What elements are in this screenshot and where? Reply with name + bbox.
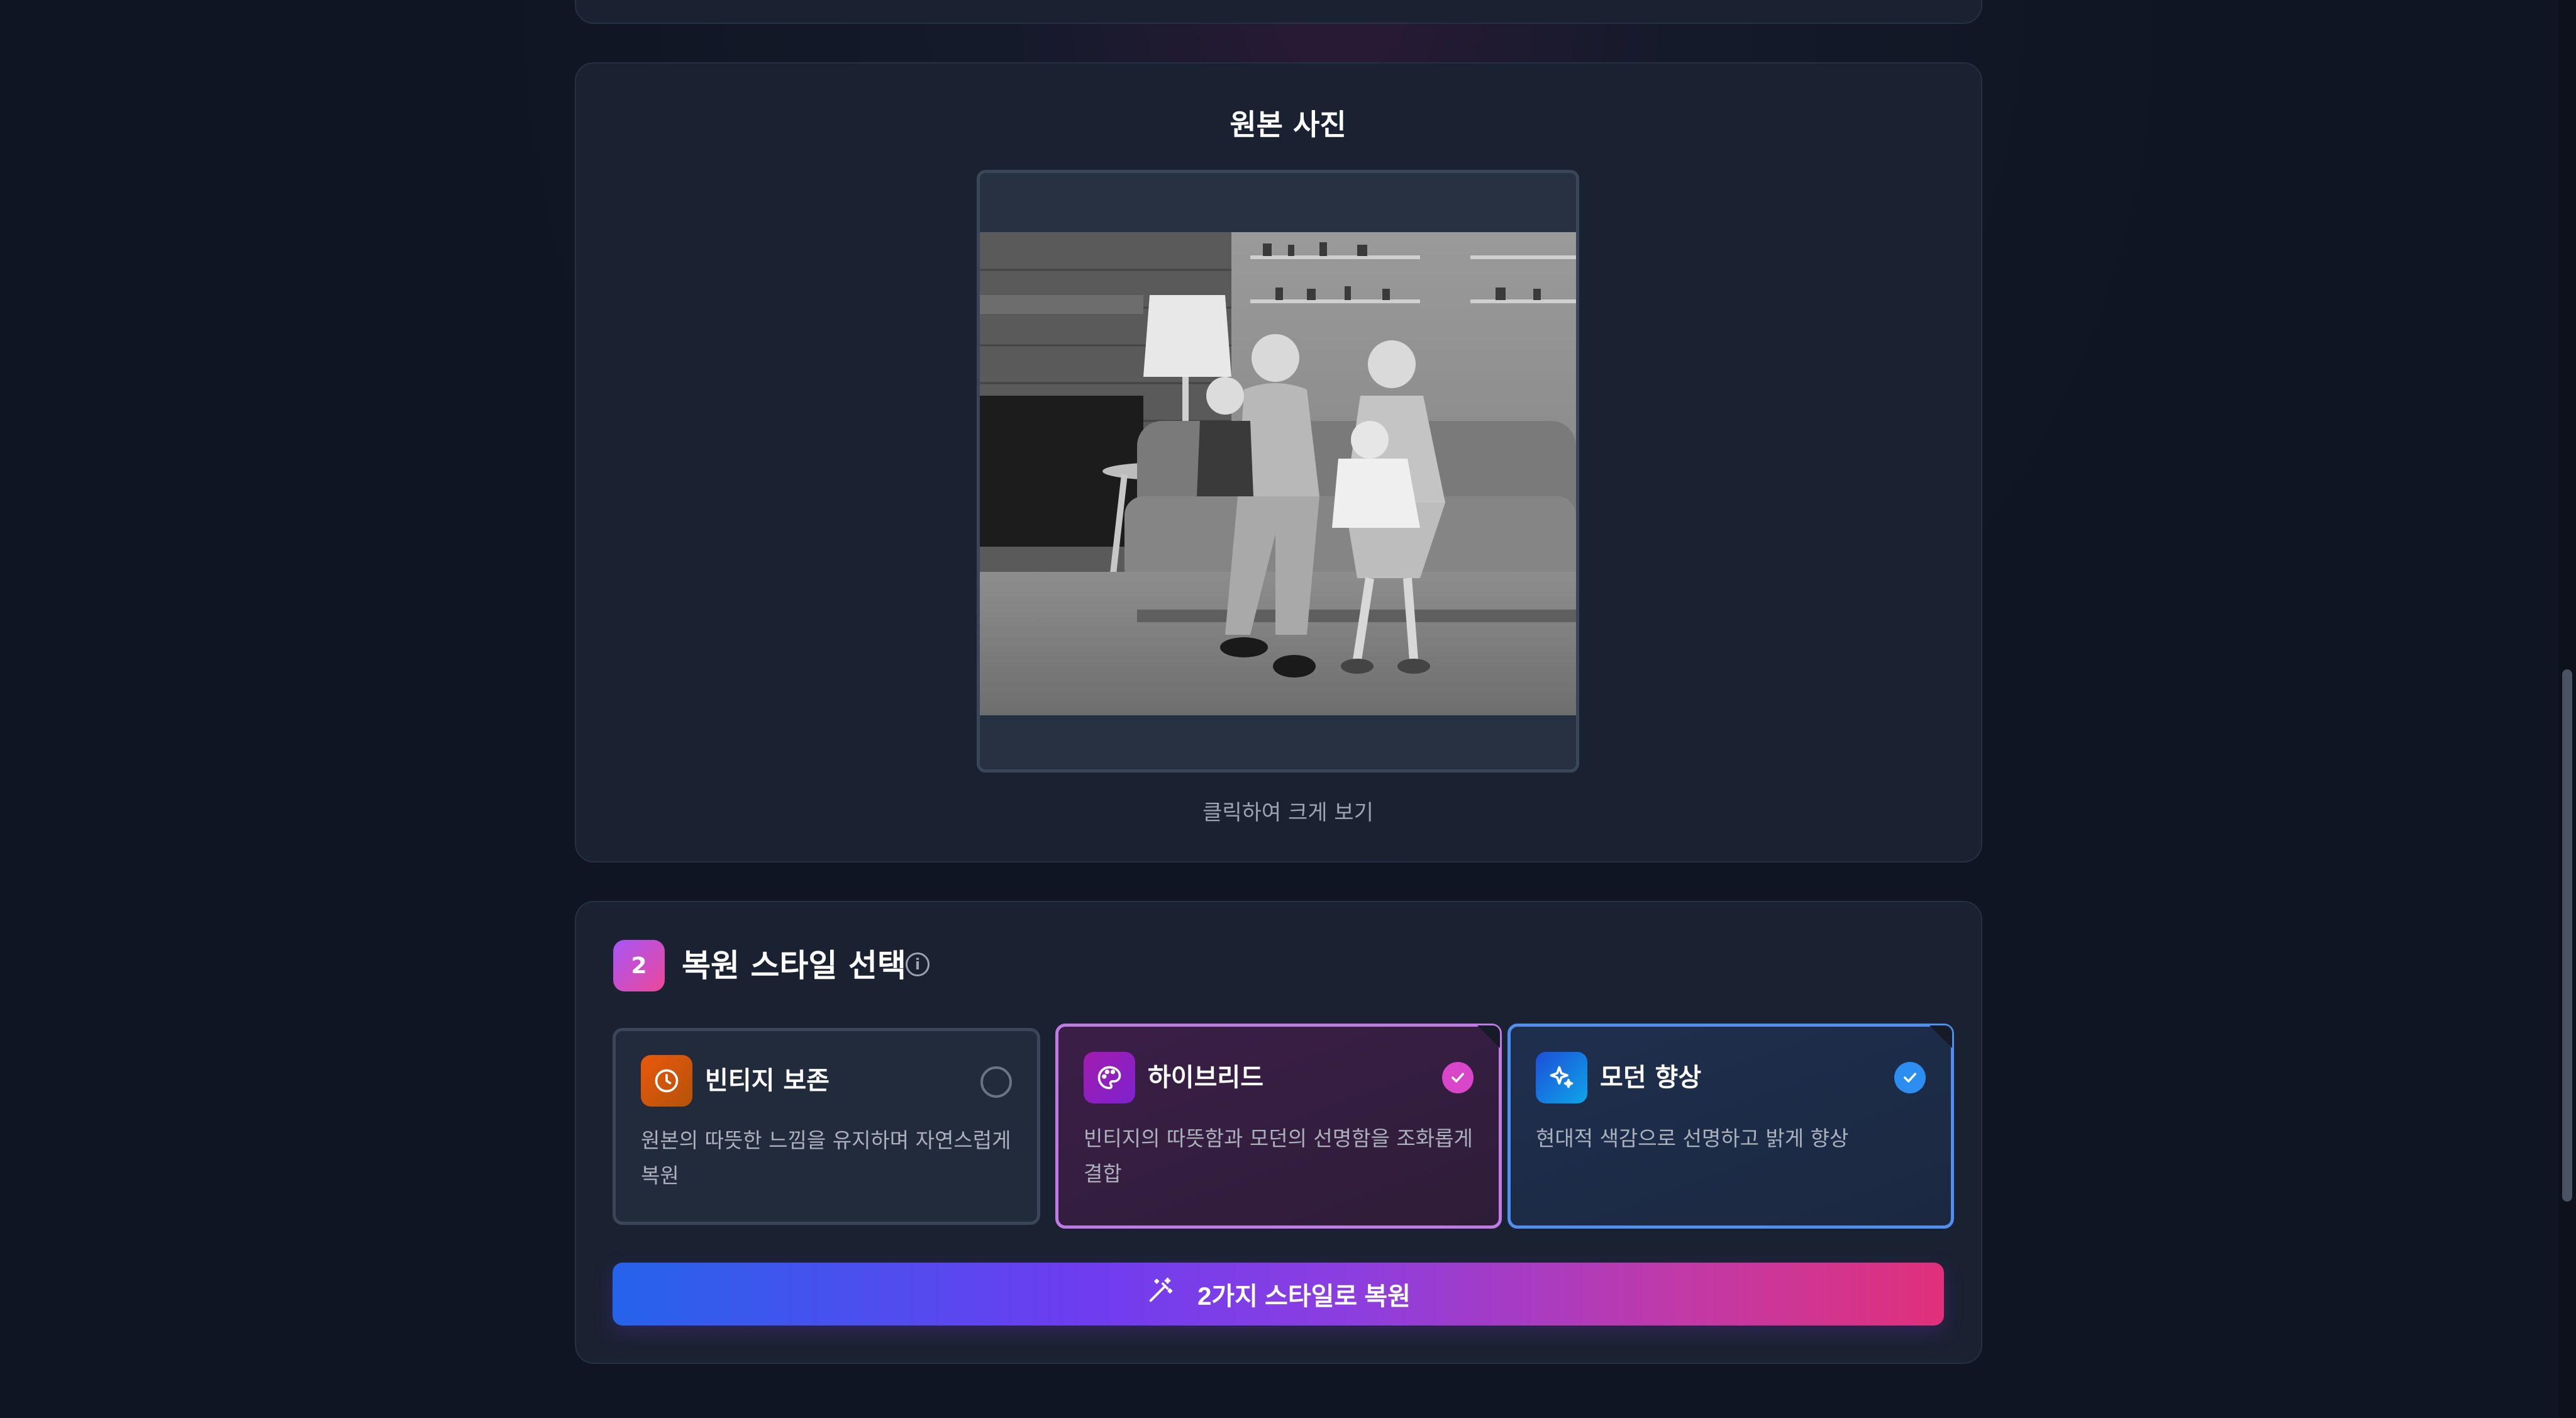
info-icon[interactable]: i (906, 952, 930, 976)
magic-wand-icon (1146, 1276, 1175, 1312)
style-option-hybrid[interactable]: 하이브리드 빈티지의 따뜻함과 모던의 선명함을 조화롭게 결합 (1055, 1024, 1502, 1229)
original-photo (980, 232, 1576, 715)
scrollbar-thumb[interactable] (2562, 669, 2572, 1202)
palette-icon (1084, 1052, 1135, 1103)
sparkles-icon (1536, 1052, 1587, 1103)
checkmark-icon[interactable] (1442, 1062, 1474, 1093)
option-description: 빈티지의 따뜻함과 모던의 선명함을 조화롭게 결합 (1084, 1126, 1473, 1186)
style-option-modern[interactable]: 모던 향상 현대적 색감으로 선명하고 밝게 향상 (1507, 1024, 1954, 1229)
option-description: 현대적 색감으로 선명하고 밝게 향상 (1536, 1126, 1849, 1151)
photo-section-title: 원본 사진 (1230, 108, 1346, 142)
option-title: 모던 향상 (1600, 1063, 1702, 1092)
option-title: 하이브리드 (1148, 1063, 1263, 1092)
restore-button-label: 2가지 스타일로 복원 (1197, 1283, 1411, 1310)
previous-card (575, 0, 1982, 24)
style-option-vintage[interactable]: 빈티지 보존 원본의 따뜻한 느낌을 유지하며 자연스럽게 복원 (613, 1028, 1040, 1225)
page: 원본 사진 클릭하여 크게 보기 2 복원 스타일 선택 i 빈티지 보존 원본… (0, 0, 2576, 1418)
corner-decoration (1477, 1025, 1500, 1048)
option-description: 원본의 따뜻한 느낌을 유지하며 자연스럽게 복원 (641, 1128, 1011, 1188)
original-photo-thumbnail[interactable] (977, 170, 1579, 773)
step-badge: 2 (613, 940, 665, 991)
option-title: 빈티지 보존 (705, 1066, 830, 1095)
unchecked-radio-icon[interactable] (980, 1066, 1012, 1098)
corner-decoration (1929, 1025, 1952, 1048)
section-title: 복원 스타일 선택 (682, 947, 906, 984)
clock-icon (641, 1055, 692, 1107)
enlarge-hint: 클릭하여 크게 보기 (1202, 800, 1374, 825)
restore-button[interactable]: 2가지 스타일로 복원 (613, 1263, 1944, 1326)
checkmark-icon[interactable] (1894, 1062, 1926, 1093)
